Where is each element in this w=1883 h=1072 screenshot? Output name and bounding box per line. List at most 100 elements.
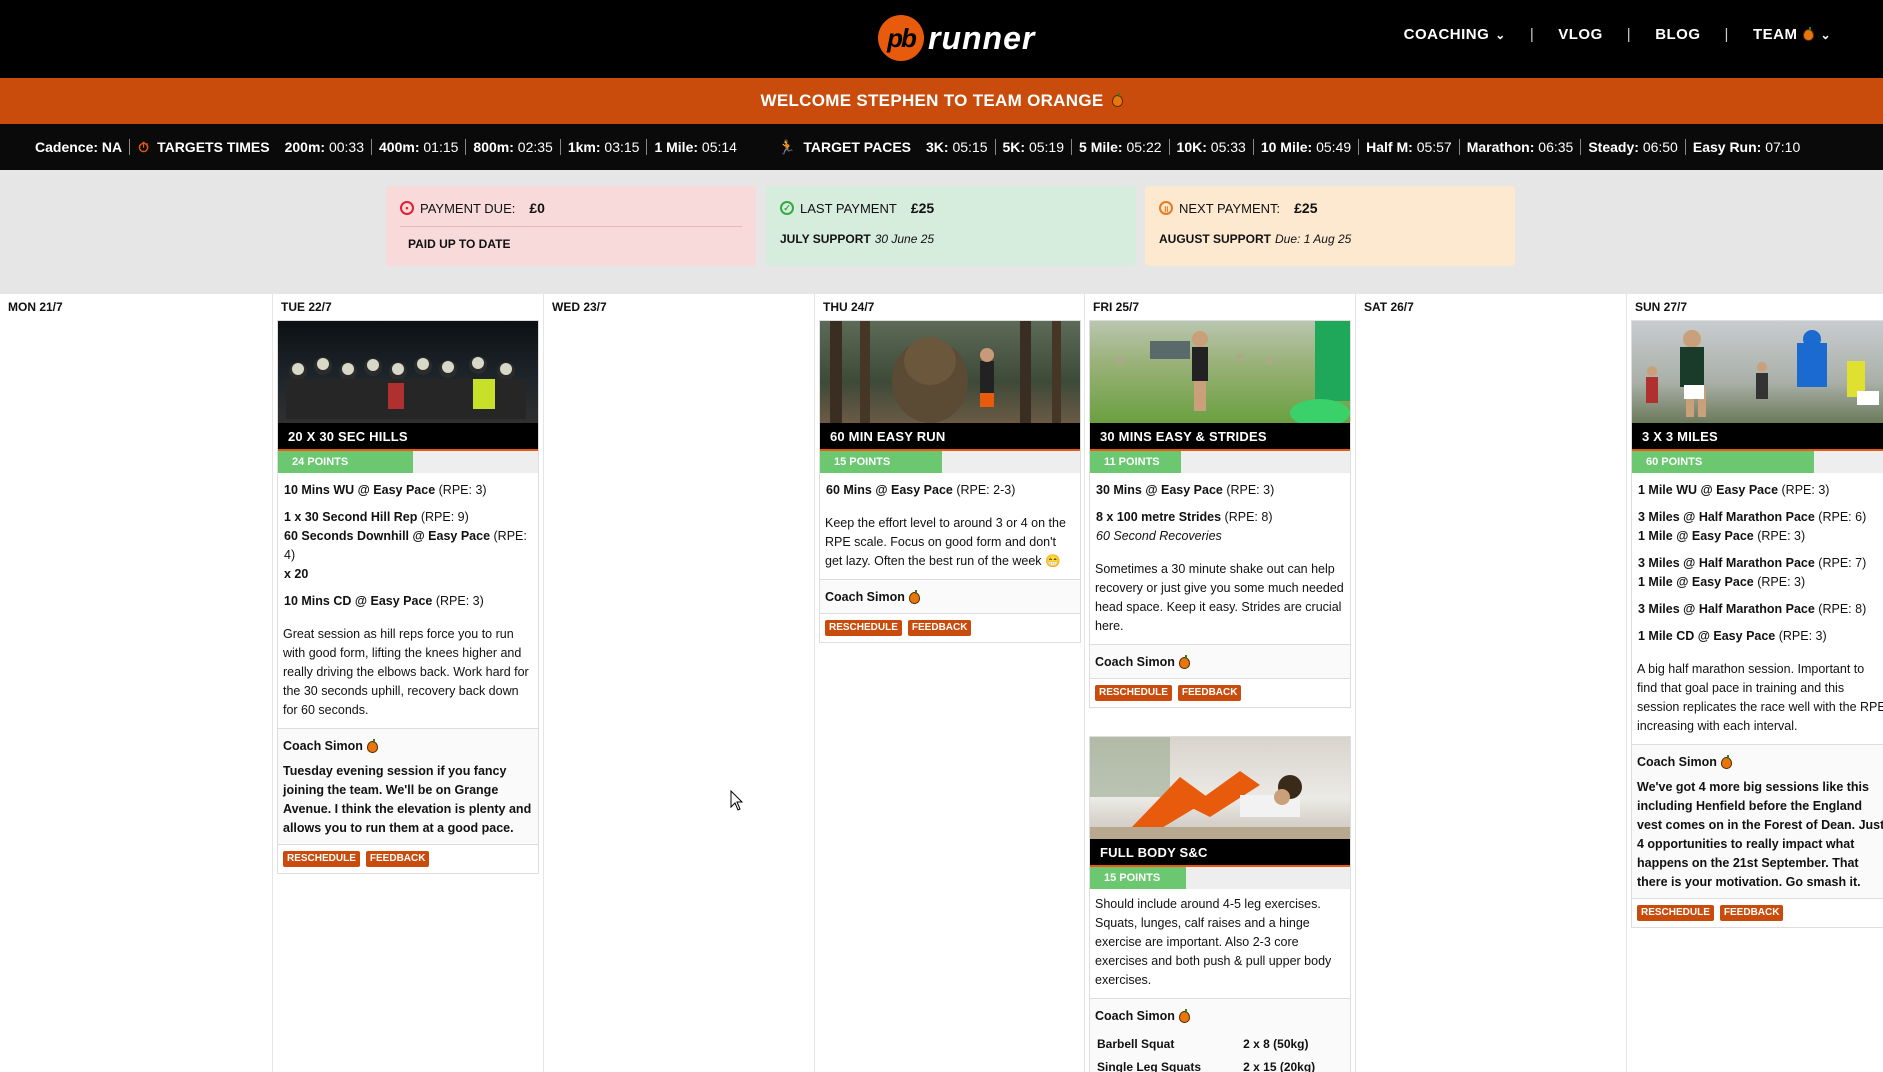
session-card[interactable]: 3 X 3 MILES 60 POINTS 1 Mile WU @ Easy P…	[1631, 320, 1883, 928]
target-pace-value: 05:15	[952, 139, 988, 155]
exercise-name: Single Leg Squats	[1097, 1060, 1202, 1072]
points-bar: 15 POINTS	[1090, 867, 1350, 889]
session-card[interactable]: FULL BODY S&C 15 POINTS Should include a…	[1089, 736, 1351, 1072]
reschedule-button[interactable]: RESCHEDULE	[1095, 685, 1172, 701]
nav-vlog[interactable]: VLOG	[1558, 26, 1603, 43]
exercise-sets: 2 x 15 (20kg)	[1243, 1060, 1316, 1072]
welcome-banner: WELCOME STEPHEN TO TEAM ORANGE	[0, 78, 1883, 124]
session-card[interactable]: 60 MIN EASY RUN 15 POINTS 60 Mins @ Easy…	[819, 320, 1081, 643]
reschedule-button[interactable]: RESCHEDULE	[283, 851, 360, 867]
step-name: 1 Mile WU @ Easy Pace	[1638, 483, 1779, 497]
feedback-button[interactable]: FEEDBACK	[1719, 905, 1784, 921]
step-rpe: (RPE: 3)	[1222, 483, 1275, 497]
step: 1 x 30 Second Hill Rep (RPE: 9)	[284, 508, 532, 527]
day-column-fri: FRI 25/7 30 MINS EASY & STRIDES 11 POINT…	[1084, 294, 1355, 1072]
chevron-down-icon: ⌄	[1820, 27, 1831, 42]
day-column-thu: THU 24/7 60 MIN EASY RUN 15 POINTS 60 Mi…	[814, 294, 1084, 1072]
nav-blog[interactable]: BLOG	[1655, 26, 1700, 43]
session-card[interactable]: 30 MINS EASY & STRIDES 11 POINTS 30 Mins…	[1089, 320, 1351, 708]
payment-status: PAID UP TO DATE	[408, 237, 511, 251]
nav-coaching[interactable]: COACHING ⌄	[1404, 26, 1506, 43]
step-rpe: (RPE: 8)	[1221, 510, 1273, 524]
cadence-label: Cadence:	[35, 139, 99, 155]
target-time-label: 400m:	[379, 139, 420, 155]
target-time-value: 01:15	[423, 139, 459, 155]
targets-bar: Cadence: NA ⏱ TARGETS TIMES 200m: 00:33 …	[0, 124, 1883, 170]
runner-icon: 🏃	[777, 138, 796, 155]
target-time-value: 00:33	[328, 139, 365, 155]
target-time-label: 1km:	[567, 139, 601, 155]
target-pace-value: 05:19	[1028, 139, 1065, 155]
day-column-sat: SAT 26/7	[1355, 294, 1626, 1072]
target-time: 400m: 01:15	[372, 139, 467, 155]
target-time-label: 800m:	[473, 139, 514, 155]
session-photo	[820, 321, 1080, 423]
step: 1 Mile CD @ Easy Pace (RPE: 3)	[1638, 627, 1883, 646]
coach-note: Coach Simon We've got 4 more big session…	[1632, 744, 1883, 898]
cadence-value: NA	[101, 139, 123, 155]
orange-icon	[1720, 754, 1732, 769]
step-rpe: (RPE: 8)	[1814, 602, 1867, 616]
points-label: 15 POINTS	[820, 451, 943, 473]
step-rpe: (RPE: 3)	[1775, 629, 1827, 643]
step: 3 Miles @ Half Marathon Pace (RPE: 8)	[1638, 600, 1883, 619]
payment-due-amount: £0	[529, 200, 545, 216]
day-column-tue: TUE 22/7 20 X 30 SEC HILLS 24 POINTS 10 …	[272, 294, 543, 1072]
next-payment-amount: £25	[1294, 200, 1318, 216]
session-card[interactable]: 20 X 30 SEC HILLS 24 POINTS 10 Mins WU @…	[277, 320, 539, 874]
coach-note: Coach Simon	[1090, 644, 1350, 678]
step-name: x 20	[284, 567, 309, 581]
target-pace-label: Half M:	[1366, 139, 1413, 155]
target-pace-value: 07:10	[1765, 139, 1801, 155]
target-pace: 5K: 05:19	[996, 139, 1073, 155]
session-steps: 60 Mins @ Easy Pace (RPE: 2-3)	[820, 473, 1080, 514]
session-actions: RESCHEDULE FEEDBACK	[820, 613, 1080, 642]
target-icon: •	[400, 201, 414, 215]
step-name: 60 Seconds Downhill @ Easy Pace	[284, 529, 491, 543]
points-bar: 24 POINTS	[278, 451, 538, 473]
payment-due-card: • PAYMENT DUE: £0 PAID UP TO DATE	[386, 186, 756, 266]
target-time: 1 Mile: 05:14	[647, 139, 744, 155]
nav-vlog-label: VLOG	[1558, 26, 1603, 43]
reschedule-button[interactable]: RESCHEDULE	[1637, 905, 1714, 921]
feedback-button[interactable]: FEEDBACK	[907, 620, 972, 636]
session-title: 60 MIN EASY RUN	[820, 423, 1080, 451]
target-pace-value: 05:22	[1126, 139, 1162, 155]
coach-message: We've got 4 more big sessions like this …	[1637, 780, 1883, 889]
nav-team-label: TEAM	[1752, 26, 1798, 43]
target-pace-label: Easy Run:	[1692, 139, 1762, 155]
target-pace-value: 05:33	[1210, 139, 1246, 155]
day-heading: TUE 22/7	[281, 300, 332, 314]
step-rpe: (RPE: 6)	[1814, 510, 1867, 524]
session-steps: 1 Mile WU @ Easy Pace (RPE: 3) 3 Miles @…	[1632, 473, 1883, 660]
coach-name: Coach Simon	[1637, 755, 1717, 769]
coach-note: Coach Simon Tuesday evening session if y…	[278, 728, 538, 844]
next-payment-date: Due: 1 Aug 25	[1275, 232, 1352, 246]
step-name: 30 Mins @ Easy Pace	[1096, 483, 1223, 497]
session-title: 30 MINS EASY & STRIDES	[1090, 423, 1350, 451]
logo-pb-mark: pb	[878, 15, 924, 61]
step-note: 60 Second Recoveries	[1096, 527, 1344, 546]
nav-separator: |	[1529, 26, 1535, 43]
feedback-button[interactable]: FEEDBACK	[1177, 685, 1242, 701]
target-time-label: 200m:	[284, 139, 326, 155]
coach-note: Coach Simon	[820, 579, 1080, 613]
next-payment-label: NEXT PAYMENT:	[1179, 200, 1281, 216]
feedback-button[interactable]: FEEDBACK	[365, 851, 430, 867]
target-pace: Marathon: 06:35	[1460, 139, 1582, 155]
orange-icon	[1111, 93, 1123, 107]
last-payment-amount: £25	[910, 200, 935, 216]
coach-name: Coach Simon	[1095, 655, 1175, 669]
nav-team[interactable]: TEAM ⌄	[1753, 26, 1831, 43]
pbrunner-logo[interactable]: pb runner	[878, 14, 1035, 62]
day-column-wed: WED 23/7	[543, 294, 814, 1072]
target-time: 200m: 00:33	[278, 139, 373, 155]
target-pace-label: Marathon:	[1466, 139, 1535, 155]
step-rpe: (RPE: 3)	[435, 483, 487, 497]
step: 30 Mins @ Easy Pace (RPE: 3)	[1096, 481, 1344, 500]
target-times-label: TARGETS TIMES	[157, 139, 270, 155]
orange-icon	[908, 589, 920, 604]
pause-icon: ॥	[1159, 201, 1173, 215]
mouse-cursor-icon	[730, 790, 744, 811]
reschedule-button[interactable]: RESCHEDULE	[825, 620, 902, 636]
